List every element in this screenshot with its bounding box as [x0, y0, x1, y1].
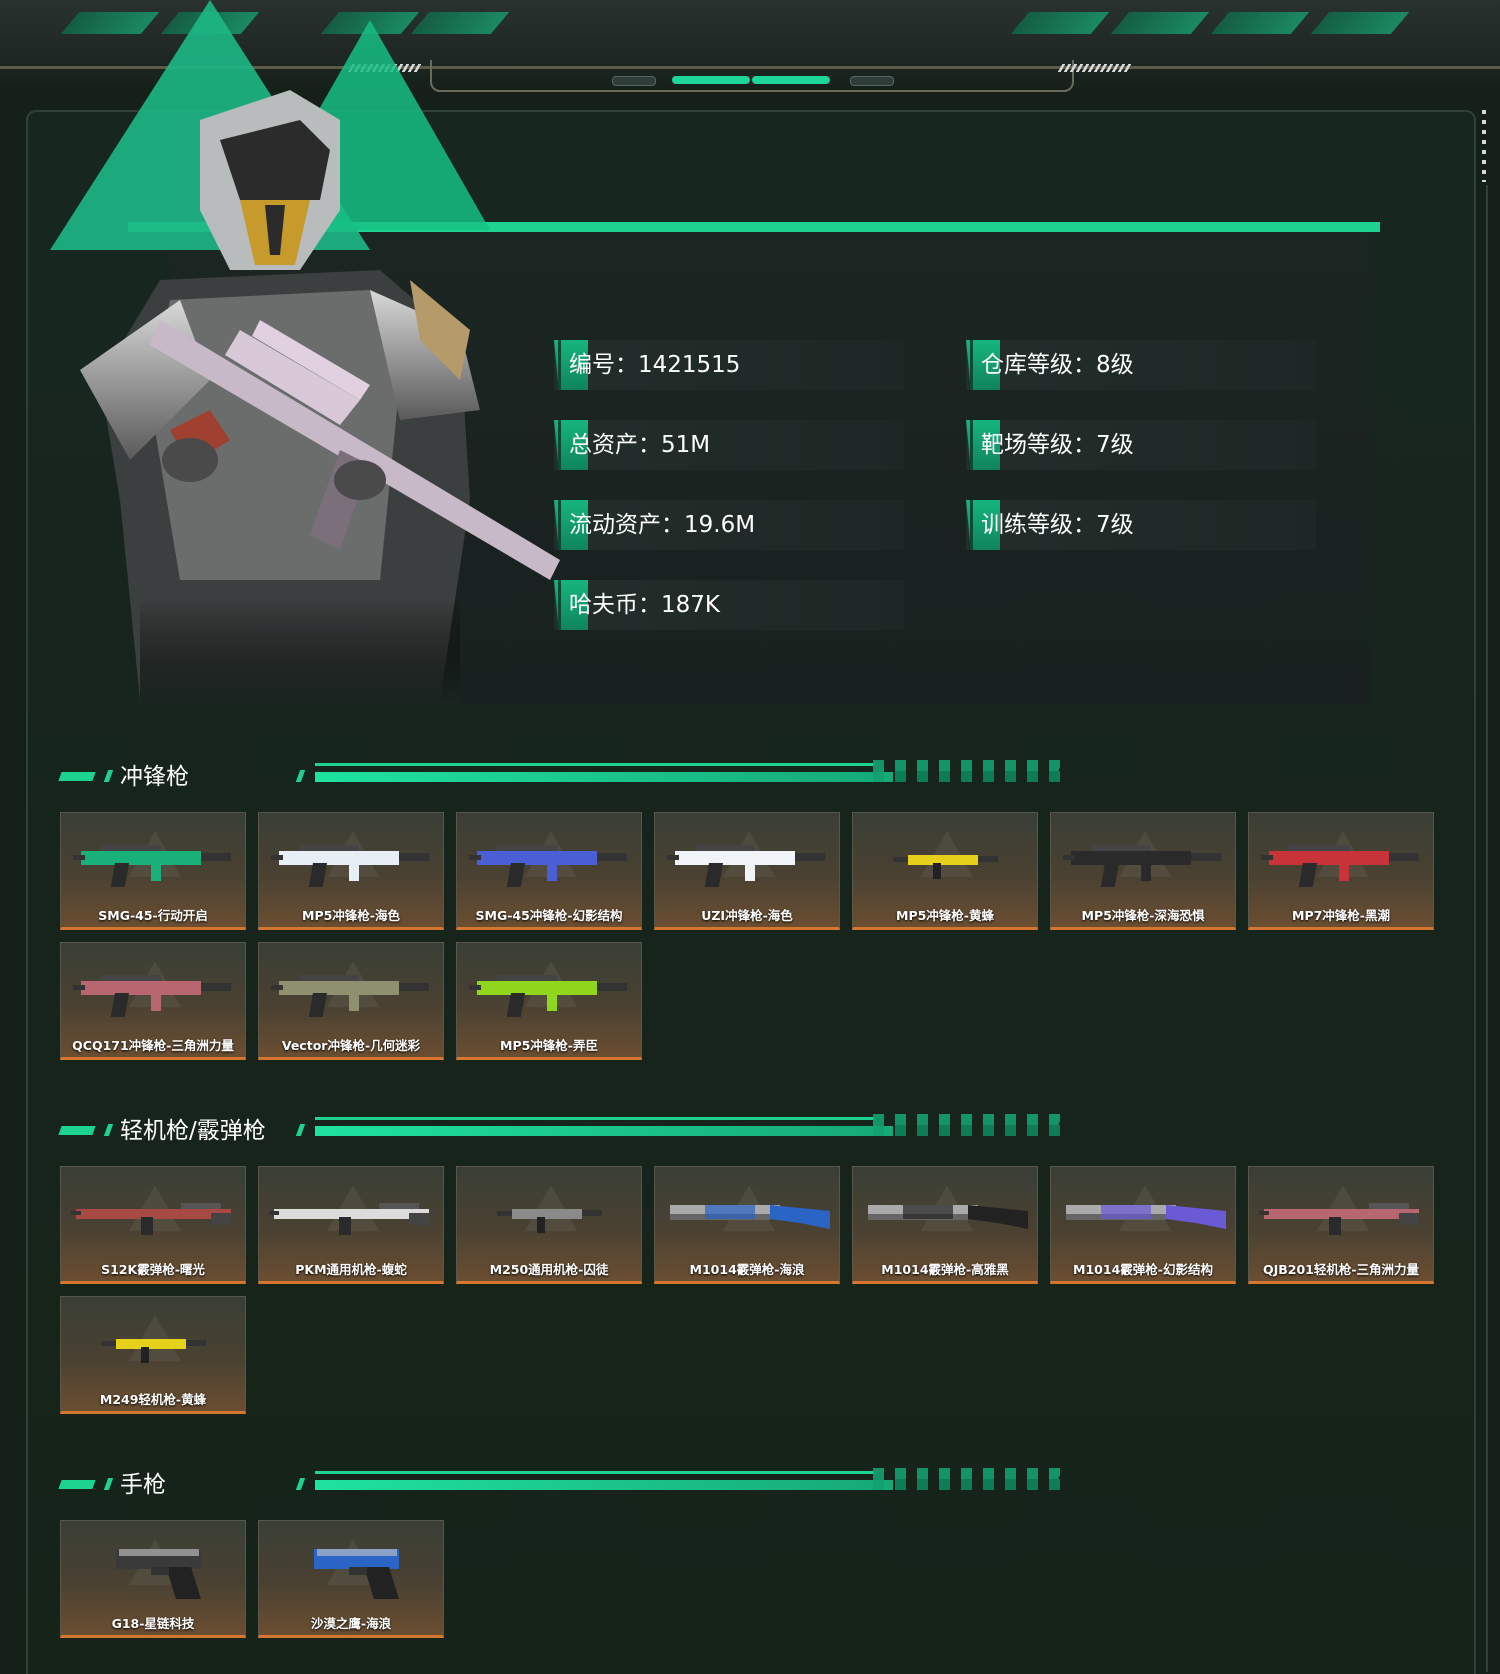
weapon-icon: [271, 845, 429, 887]
weapon-card[interactable]: MP5冲锋枪-海色: [258, 812, 444, 930]
section-header-pistol: 手枪: [58, 1468, 1064, 1504]
weapon-card[interactable]: M1014霰弹枪-高雅黑: [852, 1166, 1038, 1284]
scroll-dots: [1482, 110, 1486, 182]
weapon-card[interactable]: G18-星链科技: [60, 1520, 246, 1638]
weapon-icon: [469, 845, 627, 887]
scroll-line: [1486, 185, 1488, 1672]
weapon-name: M1014霰弹枪-高雅黑: [881, 1262, 1009, 1277]
stat-label: 训练等级：7级: [981, 512, 1134, 538]
weapon-name: S12K霰弹枪-曙光: [101, 1262, 205, 1277]
weapon-icon: [269, 1203, 429, 1235]
weapon-name: M1014霰弹枪-幻影结构: [1073, 1262, 1213, 1277]
weapon-icon: [73, 845, 231, 887]
weapon-icon: [1066, 1205, 1226, 1229]
weapon-name: MP5冲锋枪-弄臣: [500, 1038, 598, 1053]
stat-range-level: 靶场等级：7级: [966, 420, 1316, 470]
weapon-card[interactable]: QJB201轻机枪-三角洲力量: [1248, 1166, 1434, 1284]
weapon-name: M249轻机枪-黄蜂: [99, 1392, 207, 1407]
stat-player-id: 编号：1421515: [554, 340, 904, 390]
weapon-name: 沙漠之鹰-海浪: [310, 1616, 392, 1631]
weapon-icon: [101, 1339, 206, 1363]
weapon-icon: [868, 1205, 1028, 1229]
weapon-name: M250通用机枪-囚徒: [489, 1262, 609, 1277]
weapon-icon: [271, 975, 429, 1017]
stat-liquid-assets: 流动资产：19.6M: [554, 500, 904, 550]
weapon-icon: [1063, 845, 1221, 887]
weapon-card[interactable]: QCQ171冲锋枪-三角洲力量: [60, 942, 246, 1060]
stat-label: 总资产：51M: [569, 432, 711, 458]
weapon-name: SMG-45冲锋枪-幻影结构: [475, 908, 623, 923]
weapon-icon: [667, 845, 825, 887]
operator-avatar: [80, 90, 560, 705]
weapon-icon: [1259, 1203, 1419, 1235]
stat-label: 靶场等级：7级: [981, 432, 1134, 458]
weapon-icon: [893, 855, 998, 879]
weapon-card[interactable]: MP5冲锋枪-深海恐惧: [1050, 812, 1236, 930]
stat-hafu-coins: 哈夫币：187K: [554, 580, 904, 630]
weapon-card[interactable]: 沙漠之鹰-海浪: [258, 1520, 444, 1638]
weapon-card[interactable]: M249轻机枪-黄蜂: [60, 1296, 246, 1414]
stat-label: 仓库等级：8级: [981, 352, 1134, 378]
section-title: 冲锋枪: [120, 764, 189, 790]
weapon-name: MP5冲锋枪-海色: [302, 908, 400, 923]
weapon-icon: [670, 1205, 830, 1229]
stat-label: 编号：1421515: [569, 352, 741, 378]
weapon-icon: [1261, 845, 1419, 887]
stat-label: 哈夫币：187K: [569, 592, 720, 618]
weapon-card[interactable]: MP7冲锋枪-黑潮: [1248, 812, 1434, 930]
stat-training-level: 训练等级：7级: [966, 500, 1316, 550]
weapon-icon: [71, 1203, 231, 1235]
weapon-card[interactable]: MP5冲锋枪-弄臣: [456, 942, 642, 1060]
weapon-name: QJB201轻机枪-三角洲力量: [1262, 1262, 1420, 1277]
weapon-icon: [116, 1549, 201, 1599]
stat-label: 流动资产：19.6M: [569, 512, 756, 538]
weapon-name: M1014霰弹枪-海浪: [689, 1262, 805, 1277]
weapon-name: MP5冲锋枪-黄蜂: [896, 908, 994, 923]
weapon-card[interactable]: S12K霰弹枪-曙光: [60, 1166, 246, 1284]
stat-warehouse-level: 仓库等级：8级: [966, 340, 1316, 390]
weapon-card[interactable]: M1014霰弹枪-海浪: [654, 1166, 840, 1284]
section-header-smg: 冲锋枪: [58, 760, 1064, 796]
weapon-name: QCQ171冲锋枪-三角洲力量: [72, 1038, 234, 1053]
weapon-name: PKM通用机枪-蝮蛇: [295, 1262, 407, 1277]
weapon-card[interactable]: SMG-45冲锋枪-幻影结构: [456, 812, 642, 930]
weapon-card[interactable]: UZI冲锋枪-海色: [654, 812, 840, 930]
weapon-icon: [73, 975, 231, 1017]
weapon-name: MP5冲锋枪-深海恐惧: [1081, 908, 1205, 923]
weapon-name: MP7冲锋枪-黑潮: [1292, 908, 1390, 923]
weapon-icon: [314, 1549, 399, 1599]
stat-total-assets: 总资产：51M: [554, 420, 904, 470]
section-title: 轻机枪/霰弹枪: [120, 1118, 266, 1144]
weapon-icon: [469, 975, 627, 1017]
weapon-card[interactable]: Vector冲锋枪-几何迷彩: [258, 942, 444, 1060]
weapon-card[interactable]: SMG-45-行动开启: [60, 812, 246, 930]
weapon-card[interactable]: MP5冲锋枪-黄蜂: [852, 812, 1038, 930]
weapon-name: SMG-45-行动开启: [98, 908, 208, 923]
weapon-card[interactable]: M1014霰弹枪-幻影结构: [1050, 1166, 1236, 1284]
weapon-name: G18-星链科技: [111, 1616, 195, 1631]
weapon-name: Vector冲锋枪-几何迷彩: [281, 1038, 421, 1053]
section-header-lmg-shotgun: 轻机枪/霰弹枪: [58, 1114, 1064, 1150]
weapon-card[interactable]: PKM通用机枪-蝮蛇: [258, 1166, 444, 1284]
weapon-card[interactable]: M250通用机枪-囚徒: [456, 1166, 642, 1284]
weapon-icon: [497, 1209, 602, 1233]
weapon-name: UZI冲锋枪-海色: [701, 908, 793, 923]
section-title: 手枪: [120, 1472, 166, 1498]
